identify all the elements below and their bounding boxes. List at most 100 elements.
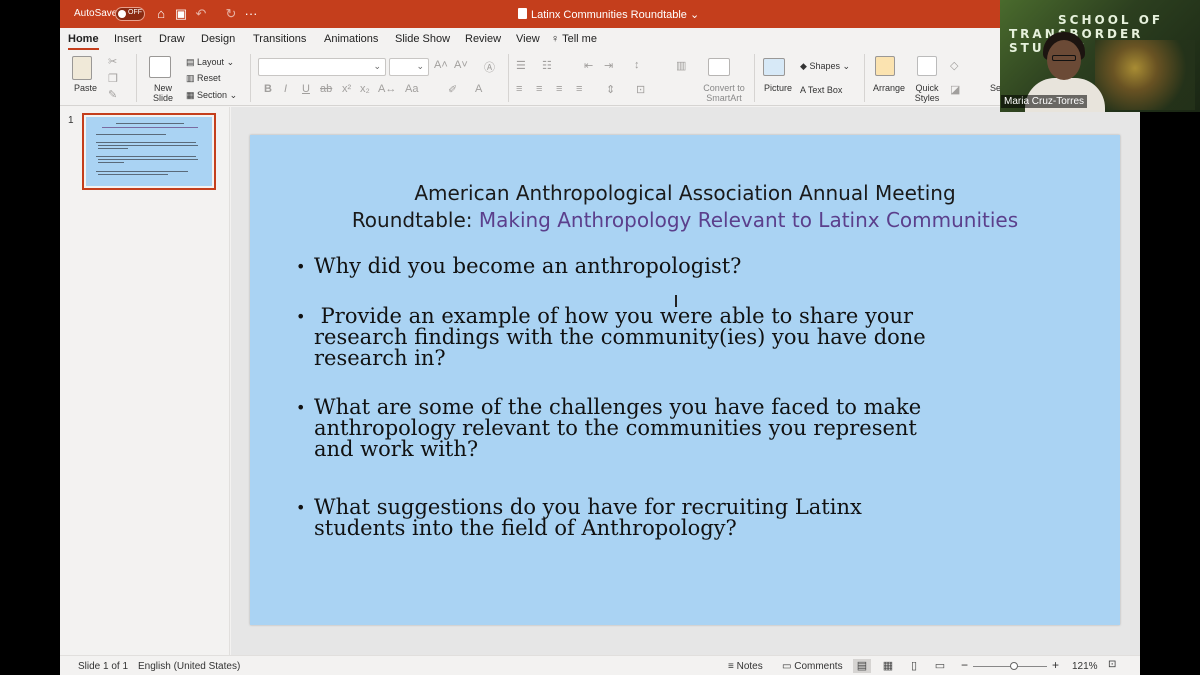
superscript-icon[interactable]: x²	[342, 83, 351, 95]
slide-editor: American Anthropological Association Ann…	[231, 107, 1140, 655]
paste-label: Paste	[74, 83, 98, 93]
tab-animations[interactable]: Animations	[324, 33, 378, 45]
shapes-button[interactable]: ◆ Shapes ⌄	[800, 61, 850, 72]
justify-icon[interactable]: ≡	[576, 83, 582, 95]
bullet-item[interactable]: • Why did you become an anthropologist?	[296, 254, 1054, 278]
autosave-toggle[interactable]: OFF	[115, 7, 145, 21]
slide-title-line-1[interactable]: American Anthropological Association Ann…	[250, 181, 1120, 205]
columns-icon[interactable]: ▥	[676, 59, 686, 72]
zoom-level[interactable]: 121%	[1072, 661, 1098, 672]
document-title[interactable]: Latinx Communities Roundtable ⌄	[518, 8, 699, 21]
bullet-dot: •	[296, 257, 306, 276]
align-center-icon[interactable]: ≡	[536, 83, 542, 95]
slide-canvas[interactable]: American Anthropological Association Ann…	[250, 135, 1120, 625]
text-cursor-icon	[675, 295, 677, 307]
numbering-icon[interactable]: ☷	[542, 59, 552, 72]
tab-insert[interactable]: Insert	[114, 33, 142, 45]
change-case-icon[interactable]: Aa	[405, 83, 418, 95]
section-button[interactable]: ▦ Section ⌄	[186, 90, 237, 101]
text-direction-icon[interactable]: ⇕	[606, 83, 615, 96]
autosave-label: AutoSave	[74, 8, 118, 19]
format-painter-icon[interactable]: ✎	[108, 88, 117, 101]
redo-icon[interactable]: ↻	[223, 6, 239, 22]
line-spacing-icon[interactable]: ↕	[634, 59, 640, 71]
decrease-font-icon[interactable]: A˅	[454, 59, 468, 71]
bullet-line: Provide an example of how you were able …	[314, 304, 914, 328]
tab-review[interactable]: Review	[465, 33, 501, 45]
bullet-item[interactable]: • Provide an example of how you were abl…	[296, 304, 1054, 369]
tab-slide-show[interactable]: Slide Show	[395, 33, 450, 45]
shape-fill-icon[interactable]: ◇	[950, 59, 958, 72]
tab-view[interactable]: View	[516, 33, 540, 45]
bullets-icon[interactable]: ☰	[516, 59, 526, 72]
bullet-line: Why did you become an anthropologist?	[314, 254, 742, 278]
clear-format-icon[interactable]: Ⓐ	[484, 59, 495, 75]
quick-styles-icon[interactable]	[917, 56, 937, 76]
chevron-down-icon: ⌄	[416, 61, 424, 71]
strikethrough-icon[interactable]: ab	[320, 83, 332, 95]
bullet-item[interactable]: • What suggestions do you have for recru…	[296, 497, 1054, 539]
align-right-icon[interactable]: ≡	[556, 83, 562, 95]
normal-view-icon[interactable]: ▤	[853, 659, 871, 673]
video-participant-tile[interactable]: SCHOOL OF TRANSBORDER STUDIES Maria Cruz…	[1000, 0, 1200, 112]
notes-icon: ≡	[728, 661, 734, 672]
increase-indent-icon[interactable]: ⇥	[604, 59, 613, 72]
zoom-slider-handle[interactable]	[1010, 662, 1018, 670]
character-spacing-icon[interactable]: A↔	[378, 83, 396, 95]
italic-icon[interactable]: I	[284, 83, 287, 95]
language-indicator[interactable]: English (United States)	[138, 661, 240, 672]
shape-outline-icon[interactable]: ◪	[950, 83, 960, 96]
video-background-text: TRANSBORDER STUDIES	[1009, 27, 1144, 55]
tab-design[interactable]: Design	[201, 33, 235, 45]
align-text-icon[interactable]: ⊡	[636, 83, 645, 96]
ribbon-toolbar: Paste ✂ ❐ ✎ New Slide ▤ Layout ⌄ ▥ Reset…	[60, 50, 1140, 106]
slide-sorter-icon[interactable]: ▦	[879, 659, 897, 673]
tell-me-search[interactable]: ♀ Tell me	[551, 33, 597, 45]
ribbon-separator	[250, 54, 251, 102]
home-icon[interactable]: ⌂	[153, 6, 169, 22]
shapes-label: Shapes	[809, 61, 840, 71]
paste-icon[interactable]	[72, 56, 92, 80]
copy-icon[interactable]: ❐	[108, 72, 118, 85]
font-name-select[interactable]: ⌄	[258, 58, 386, 76]
comments-button[interactable]: ▭ Comments	[782, 661, 843, 672]
reading-view-icon[interactable]: ▯	[905, 659, 923, 673]
notes-button[interactable]: ≡ Notes	[728, 661, 763, 672]
tab-home[interactable]: Home	[68, 33, 99, 50]
cut-icon[interactable]: ✂	[108, 55, 117, 68]
reset-button[interactable]: ▥ Reset	[186, 73, 221, 84]
zoom-out-button[interactable]: −	[961, 658, 968, 672]
slide-title-line-2[interactable]: Roundtable: Making Anthropology Relevant…	[250, 208, 1120, 232]
slideshow-view-icon[interactable]: ▭	[931, 659, 949, 673]
more-icon[interactable]: ···	[243, 6, 259, 22]
subscript-icon[interactable]: x₂	[360, 83, 370, 95]
tell-me-label: Tell me	[562, 33, 597, 45]
fit-to-window-icon[interactable]: ⊡	[1108, 659, 1116, 670]
bold-icon[interactable]: B	[264, 83, 272, 95]
increase-font-icon[interactable]: A˄	[434, 59, 448, 71]
convert-smartart-label: Convert to SmartArt	[703, 83, 745, 103]
slide-thumbnail[interactable]	[82, 113, 216, 190]
arrange-icon[interactable]	[875, 56, 895, 76]
text-box-label: Text Box	[807, 85, 843, 95]
smartart-icon[interactable]	[708, 58, 730, 76]
undo-icon[interactable]: ↶	[193, 6, 209, 22]
text-box-button[interactable]: A Text Box	[800, 85, 842, 95]
font-size-select[interactable]: ⌄	[389, 58, 429, 76]
layout-button[interactable]: ▤ Layout ⌄	[186, 57, 234, 68]
highlight-icon[interactable]: ✐	[448, 83, 457, 96]
picture-icon[interactable]	[763, 58, 785, 76]
zoom-in-button[interactable]: +	[1052, 658, 1059, 672]
bullet-item[interactable]: • What are some of the challenges you ha…	[296, 397, 1054, 460]
save-icon[interactable]: ▣	[173, 6, 189, 22]
tab-draw[interactable]: Draw	[159, 33, 185, 45]
left-letterbox	[0, 0, 60, 675]
underline-icon[interactable]: U	[302, 83, 310, 95]
thumbnail-text-line	[96, 134, 166, 135]
tab-transitions[interactable]: Transitions	[253, 33, 306, 45]
layout-label: Layout	[197, 57, 225, 67]
align-left-icon[interactable]: ≡	[516, 83, 522, 95]
font-color-icon[interactable]: A	[475, 83, 482, 95]
decrease-indent-icon[interactable]: ⇤	[584, 59, 593, 72]
new-slide-icon[interactable]	[149, 56, 171, 78]
